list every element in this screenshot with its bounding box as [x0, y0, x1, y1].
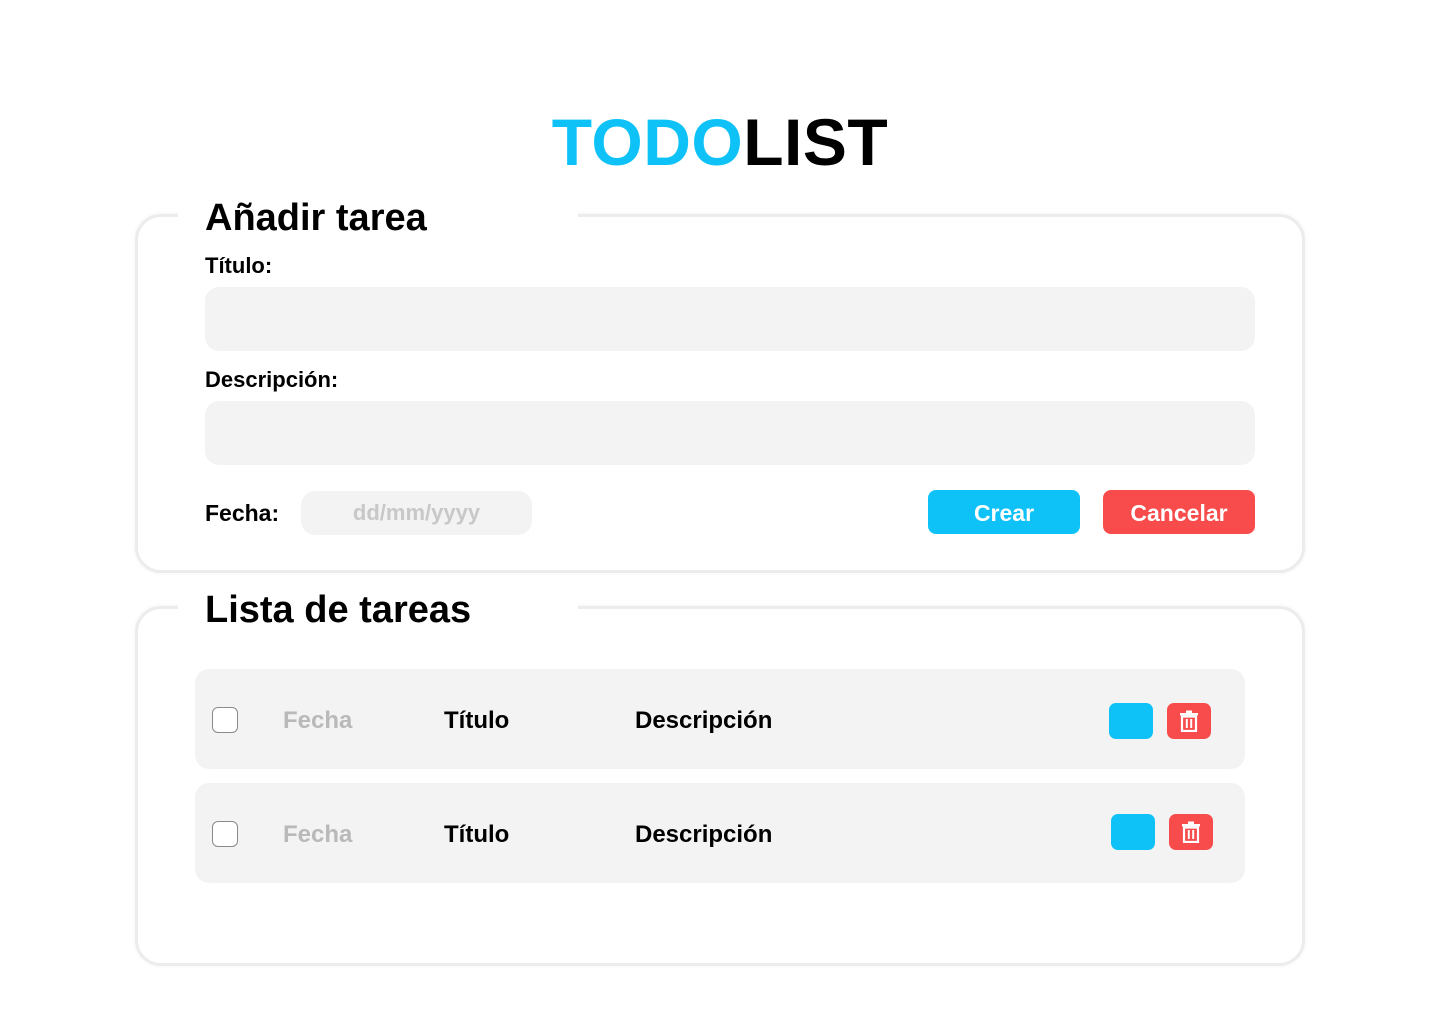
create-button[interactable]: Crear	[928, 490, 1080, 534]
task-description: Descripción	[635, 821, 773, 848]
todo-app: TODOLIST Añadir tarea Título: Descripció…	[0, 0, 1440, 1024]
cancel-button[interactable]: Cancelar	[1103, 490, 1255, 534]
task-description: Descripción	[635, 707, 773, 734]
description-input[interactable]	[205, 401, 1255, 465]
task-title: Título	[444, 707, 510, 734]
title-input[interactable]	[205, 287, 1255, 351]
task-title: Título	[444, 821, 510, 848]
trash-icon	[1180, 710, 1198, 732]
app-title-accent: TODO	[551, 105, 744, 179]
date-label: Fecha:	[205, 500, 280, 526]
task-date: Fecha	[283, 707, 353, 734]
add-task-heading: Añadir tarea	[178, 195, 578, 241]
delete-button[interactable]	[1169, 814, 1213, 850]
task-row: Fecha Título Descripción	[195, 783, 1245, 883]
app-title: TODOLIST	[0, 104, 1440, 180]
edit-button[interactable]	[1111, 814, 1155, 850]
title-label: Título:	[205, 253, 273, 278]
task-row: Fecha Título Descripción	[195, 669, 1245, 769]
task-date: Fecha	[283, 821, 353, 848]
task-checkbox[interactable]	[212, 707, 238, 733]
edit-button[interactable]	[1109, 703, 1153, 739]
description-label: Descripción:	[205, 367, 339, 392]
task-checkbox[interactable]	[212, 821, 238, 847]
task-list-heading: Lista de tareas	[178, 587, 578, 633]
trash-icon	[1182, 821, 1200, 843]
date-input[interactable]	[301, 491, 532, 535]
app-title-rest: LIST	[743, 105, 889, 179]
delete-button[interactable]	[1167, 703, 1211, 739]
